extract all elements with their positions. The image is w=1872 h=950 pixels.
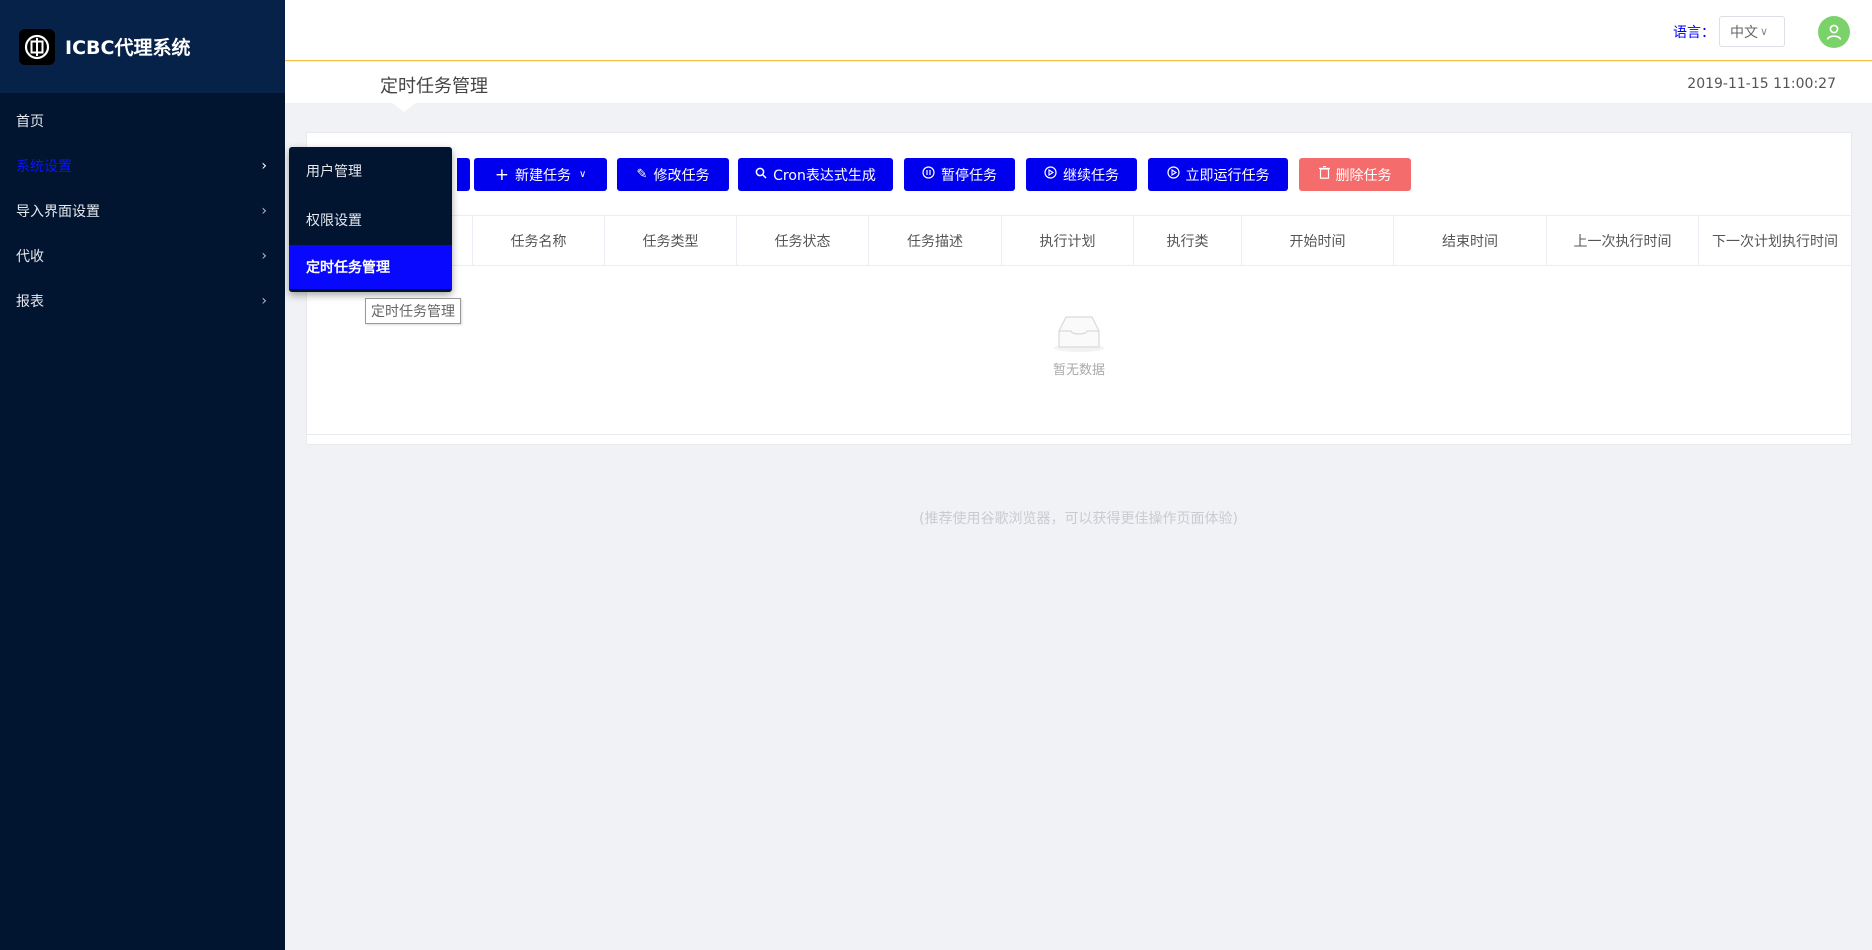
submenu-item-permission-settings[interactable]: 权限设置 [289, 195, 452, 245]
empty-state: 暂无数据 [307, 313, 1851, 378]
language-value: 中文 [1730, 24, 1758, 41]
hidden-button[interactable] [457, 158, 470, 191]
search-icon [755, 167, 767, 183]
sidebar-item-label: 系统设置 [16, 158, 72, 175]
logo-area[interactable]: ICBC代理系统 [0, 0, 285, 93]
empty-text: 暂无数据 [1052, 363, 1105, 378]
sidebar-item-import-settings[interactable]: 导入界面设置 › [0, 188, 285, 233]
resume-task-label: 继续任务 [1063, 167, 1119, 184]
pause-circle-icon [922, 166, 935, 183]
edit-task-label: 修改任务 [653, 167, 710, 184]
run-now-button[interactable]: 立即运行任务 [1148, 158, 1288, 191]
top-header: 语言： 中文 ∨ [285, 0, 1872, 61]
icbc-logo-icon [19, 28, 55, 65]
chevron-down-icon: ∨ [578, 169, 587, 180]
play-circle-icon [1044, 166, 1057, 183]
sidebar-item-collection[interactable]: 代收 › [0, 233, 285, 278]
play-circle-icon [1166, 166, 1180, 183]
empty-inbox-icon [1054, 316, 1104, 352]
table-header-cell[interactable]: 任务状态 [737, 216, 869, 265]
delete-task-button[interactable]: 删除任务 [1299, 158, 1411, 191]
language-select[interactable]: 中文 ∨ [1719, 16, 1785, 47]
cron-generator-label: Cron表达式生成 [773, 167, 876, 184]
sidebar-menu: 首页 系统设置 › 导入界面设置 › 代收 › 报表 › [0, 98, 285, 323]
user-avatar[interactable] [1818, 16, 1850, 48]
table-header: 任务名称 任务类型 任务状态 任务描述 执行计划 执行类 开始时间 结束时间 上… [307, 215, 1851, 266]
browser-recommendation-note: (推荐使用谷歌浏览器，可以获得更佳操作页面体验) [919, 511, 1238, 527]
delete-task-label: 删除任务 [1335, 167, 1392, 184]
sidebar-item-system-settings[interactable]: 系统设置 › [0, 143, 285, 188]
table-header-cell[interactable]: 任务描述 [869, 216, 1002, 265]
cron-generator-button[interactable]: Cron表达式生成 [738, 158, 893, 191]
trash-icon [1318, 166, 1330, 183]
chevron-right-icon: › [261, 292, 267, 309]
sidebar-item-label: 导入界面设置 [16, 203, 100, 220]
sidebar: ICBC代理系统 首页 系统设置 › 导入界面设置 › 代收 › 报表 › [0, 0, 285, 950]
sidebar-item-reports[interactable]: 报表 › [0, 278, 285, 323]
table-header-cell[interactable]: 执行类 [1134, 216, 1242, 265]
run-now-label: 立即运行任务 [1185, 167, 1270, 184]
current-datetime: 2019-11-15 11:00:27 [1687, 76, 1836, 92]
resume-task-button[interactable]: 继续任务 [1026, 158, 1137, 191]
table-header-cell[interactable]: 开始时间 [1242, 216, 1394, 265]
chevron-right-icon: › [261, 202, 267, 219]
table-header-cell[interactable]: 执行计划 [1002, 216, 1134, 265]
pause-task-label: 暂停任务 [941, 167, 997, 184]
sidebar-item-label: 代收 [16, 248, 44, 265]
table-bottom-border [307, 434, 1851, 435]
new-task-button[interactable]: + 新建任务 ∨ [474, 158, 607, 191]
chevron-down-icon: ∨ [1760, 25, 1769, 38]
title-pointer [391, 102, 417, 112]
table-header-cell[interactable]: 上一次执行时间 [1547, 216, 1699, 265]
new-task-label: 新建任务 [514, 167, 571, 184]
chevron-right-icon: › [261, 157, 267, 174]
pause-task-button[interactable]: 暂停任务 [904, 158, 1015, 191]
plus-icon: + [494, 164, 509, 185]
language-label: 语言： [1673, 24, 1715, 41]
app-title: ICBC代理系统 [65, 37, 191, 59]
edit-task-button[interactable]: ✎ 修改任务 [617, 158, 729, 191]
submenu-item-user-management[interactable]: 用户管理 [289, 147, 452, 195]
table-header-cell[interactable]: 下一次计划执行时间 [1699, 216, 1851, 265]
table-header-cell[interactable]: 结束时间 [1394, 216, 1547, 265]
table-header-cell[interactable]: 任务类型 [605, 216, 737, 265]
sidebar-item-home[interactable]: 首页 [0, 98, 285, 143]
chevron-right-icon: › [261, 247, 267, 264]
page-title: 定时任务管理 [380, 76, 488, 97]
system-settings-submenu: 用户管理 权限设置 定时任务管理 [289, 147, 452, 292]
submenu-item-scheduled-tasks[interactable]: 定时任务管理 [289, 245, 452, 289]
table-header-cell[interactable]: 任务名称 [473, 216, 605, 265]
language-switcher: 语言： 中文 ∨ [1673, 16, 1785, 47]
submenu-tooltip: 定时任务管理 [365, 298, 461, 324]
page-header: 定时任务管理 2019-11-15 11:00:27 [285, 62, 1872, 112]
user-icon [1826, 24, 1842, 40]
sidebar-item-label: 报表 [16, 293, 44, 310]
sidebar-item-label: 首页 [16, 113, 44, 130]
task-panel: + 新建任务 ∨ ✎ 修改任务 Cron表达式生成 暂停任务 继续任务 立即运行… [306, 132, 1852, 445]
edit-icon: ✎ [636, 167, 648, 182]
